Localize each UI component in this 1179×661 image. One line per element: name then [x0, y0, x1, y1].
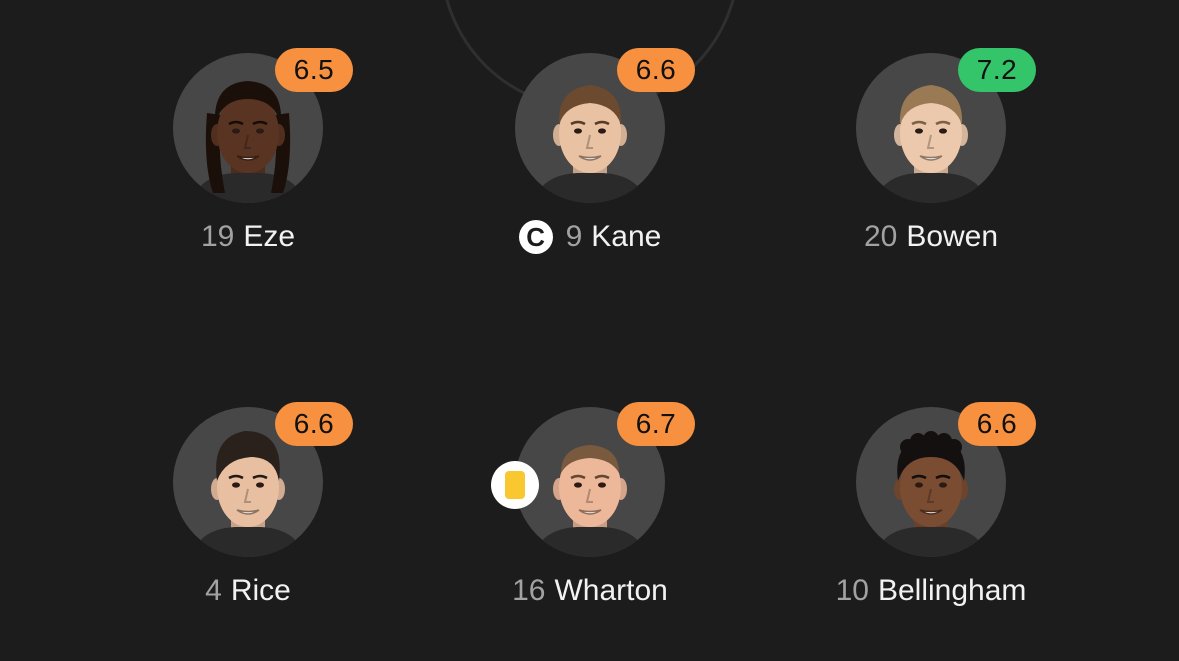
- player-name: Bellingham: [877, 574, 1027, 607]
- rating-badge: 6.6: [958, 402, 1036, 446]
- player-card[interactable]: 6.5 19 Eze: [88, 48, 408, 273]
- player-name: Rice: [230, 574, 291, 607]
- player-avatar-wrap: 6.7: [491, 402, 695, 557]
- player-label: 16 Wharton: [430, 571, 750, 611]
- player-name: Kane: [591, 220, 662, 253]
- rating-badge: 6.7: [617, 402, 695, 446]
- player-label: 19 Eze: [88, 217, 408, 257]
- player-avatar-wrap: 6.6: [173, 402, 353, 557]
- player-card[interactable]: 6.7 16 Wharton: [430, 402, 750, 627]
- rating-badge: 6.5: [275, 48, 353, 92]
- player-card[interactable]: 6.6 C 9 Kane: [430, 48, 750, 273]
- rating-badge: 7.2: [958, 48, 1036, 92]
- player-name: Bowen: [906, 220, 999, 253]
- shirt-number: 16: [512, 574, 546, 607]
- player-label: C 9 Kane: [430, 217, 750, 257]
- player-label: 10 Bellingham: [771, 571, 1091, 611]
- player-avatar-wrap: 7.2: [856, 48, 1036, 203]
- yellow-card-icon: [491, 461, 539, 509]
- shirt-number: 10: [835, 574, 869, 607]
- player-label: 4 Rice: [88, 571, 408, 611]
- lineup-pitch: 6.5 19Eze 6.6 C9Kane 7.2 20Bowen 6.6: [0, 0, 1179, 661]
- player-card[interactable]: 6.6 4 Rice: [88, 402, 408, 627]
- rating-badge: 6.6: [275, 402, 353, 446]
- shirt-number: 4: [205, 574, 222, 607]
- player-avatar-wrap: 6.5: [173, 48, 353, 203]
- player-card[interactable]: 7.2 20 Bowen: [771, 48, 1091, 273]
- player-avatar-wrap: 6.6: [515, 48, 695, 203]
- player-name: Eze: [243, 220, 296, 253]
- yellow-card-shape: [505, 471, 525, 499]
- player-label: 20 Bowen: [771, 217, 1091, 257]
- player-card[interactable]: 6.6 10 Bellingham: [771, 402, 1091, 627]
- shirt-number: 9: [565, 220, 583, 253]
- captain-icon: C: [518, 220, 553, 254]
- shirt-number: 19: [200, 220, 235, 253]
- rating-badge: 6.6: [617, 48, 695, 92]
- player-name: Wharton: [554, 574, 668, 607]
- shirt-number: 20: [863, 220, 898, 253]
- player-avatar-wrap: 6.6: [856, 402, 1036, 557]
